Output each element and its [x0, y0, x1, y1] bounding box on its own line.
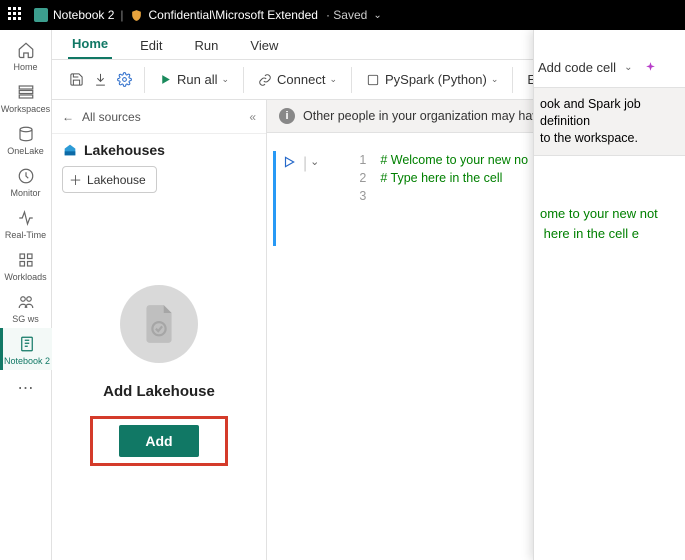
chevron-down-icon: ⌄: [221, 74, 229, 85]
nav-home[interactable]: Home: [0, 34, 52, 76]
language-label: PySpark (Python): [385, 72, 487, 87]
back-arrow-icon[interactable]: ←: [62, 110, 74, 124]
app-launcher-icon[interactable]: [8, 7, 24, 23]
add-code-cell-button[interactable]: Add code cell: [538, 60, 616, 75]
empty-state-icon: [120, 285, 198, 363]
overlay-toolbar: Add code cell ⌄: [534, 48, 685, 88]
sparkle-icon[interactable]: [644, 61, 657, 74]
tab-view[interactable]: View: [246, 32, 282, 59]
collapse-panel-icon[interactable]: «: [249, 110, 256, 124]
overlay-code-preview: ome to your new not here in the cell e: [534, 156, 685, 244]
nav-label: Workloads: [4, 272, 46, 282]
nav-more[interactable]: ⋯: [18, 370, 34, 406]
connect-label: Connect: [277, 72, 325, 87]
chevron-down-icon[interactable]: ⌄: [624, 62, 632, 73]
empty-state: Add Lakehouse Add: [52, 203, 266, 560]
left-nav-rail: Home Workspaces OneLake Monitor Real-Tim…: [0, 30, 52, 560]
tab-run[interactable]: Run: [191, 32, 223, 59]
chevron-down-icon: ⌄: [491, 74, 499, 85]
settings-gear-icon[interactable]: [116, 72, 132, 88]
nav-label: Notebook 2: [4, 356, 50, 366]
nav-label: Monitor: [10, 188, 40, 198]
tab-edit[interactable]: Edit: [136, 32, 166, 59]
nav-notebook2[interactable]: Notebook 2: [0, 328, 52, 370]
nav-label: Home: [13, 62, 37, 72]
nav-onelake[interactable]: OneLake: [0, 118, 52, 160]
nav-label: Real-Time: [5, 230, 46, 240]
realtime-icon: [16, 208, 36, 228]
language-selector[interactable]: PySpark (Python) ⌄: [360, 69, 504, 90]
workloads-icon: [16, 250, 36, 270]
nav-realtime[interactable]: Real-Time: [0, 202, 52, 244]
workspace-icon: [16, 292, 36, 312]
overlay-banner: ook and Spark job definition to the work…: [534, 88, 685, 156]
nav-label: SG ws: [12, 314, 39, 324]
run-cell-button[interactable]: [282, 155, 296, 174]
play-icon: [159, 73, 172, 86]
add-button[interactable]: Add: [119, 425, 198, 457]
chevron-down-icon: ⌄: [329, 74, 337, 85]
overlay-panel: Add code cell ⌄ ook and Spark job defini…: [533, 30, 685, 560]
empty-state-title: Add Lakehouse: [103, 383, 215, 400]
run-all-label: Run all: [177, 72, 217, 87]
separator: |: [120, 8, 123, 22]
chip-label: Lakehouse: [87, 173, 146, 187]
monitor-icon: [16, 166, 36, 186]
nav-workloads[interactable]: Workloads: [0, 244, 52, 286]
tab-home[interactable]: Home: [68, 30, 112, 59]
sources-header: ← All sources «: [52, 100, 266, 134]
run-all-button[interactable]: Run all ⌄: [153, 69, 235, 90]
nav-label: Workspaces: [1, 104, 50, 114]
lakehouses-title: Lakehouses: [84, 142, 165, 158]
cell-active-indicator: [273, 151, 276, 246]
connect-button[interactable]: Connect ⌄: [252, 69, 343, 90]
nav-monitor[interactable]: Monitor: [0, 160, 52, 202]
save-icon[interactable]: [68, 72, 84, 88]
sensitivity-label[interactable]: Confidential\Microsoft Extended: [149, 8, 318, 22]
add-lakehouse-chip[interactable]: ＋ Lakehouse: [62, 166, 157, 193]
notebook-icon: [34, 8, 48, 22]
lakehouses-header: Lakehouses: [52, 134, 266, 162]
title-bar: Notebook 2 | Confidential\Microsoft Exte…: [0, 0, 685, 30]
line-numbers: 123: [359, 151, 366, 246]
download-icon[interactable]: [92, 72, 108, 88]
notebook-title[interactable]: Notebook 2: [53, 8, 114, 22]
language-icon: [366, 73, 380, 87]
notebook-file-icon: [17, 334, 37, 354]
save-status: · Saved: [326, 8, 367, 22]
onelake-icon: [16, 124, 36, 144]
info-icon: i: [279, 108, 295, 124]
sensitivity-shield-icon: [130, 8, 144, 22]
connect-icon: [258, 73, 272, 87]
lakehouse-icon: [62, 142, 78, 158]
home-icon: [16, 40, 36, 60]
all-sources-label[interactable]: All sources: [82, 110, 141, 124]
cell-divider: |: [303, 155, 307, 173]
nav-workspaces[interactable]: Workspaces: [0, 76, 52, 118]
explorer-panel: ← All sources « Lakehouses ＋ Lakehouse A…: [52, 100, 267, 560]
cell-menu-chevron-icon[interactable]: ⌄: [310, 155, 319, 168]
code-text: # Welcome to your new no # Type here in …: [380, 151, 528, 246]
add-button-highlight: Add: [90, 416, 227, 466]
workspaces-icon: [16, 82, 36, 102]
nav-sg-ws[interactable]: SG ws: [0, 286, 52, 328]
nav-label: OneLake: [7, 146, 44, 156]
plus-icon: ＋: [69, 170, 82, 189]
chevron-down-icon[interactable]: ⌄: [373, 10, 381, 21]
code-content[interactable]: 123 # Welcome to your new no # Type here…: [359, 151, 528, 246]
